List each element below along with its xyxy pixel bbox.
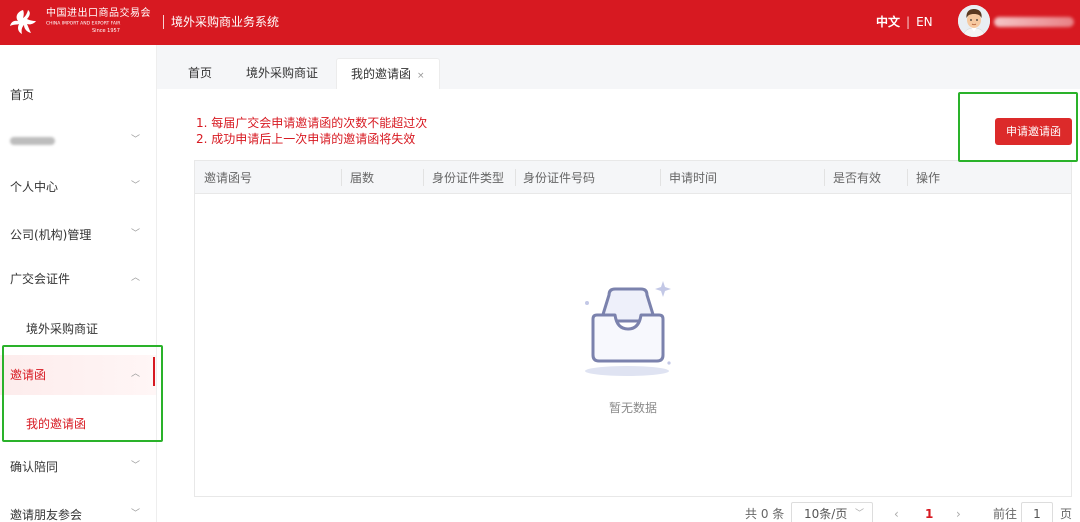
empty-inbox-icon — [585, 281, 671, 376]
tab-label: 首页 — [188, 66, 213, 80]
canton-fair-logo[interactable]: 中国进出口商品交易会 CHINA IMPORT AND EXPORT FAIR … — [6, 5, 156, 39]
logo-english-text: CHINA IMPORT AND EXPORT FAIR — [46, 21, 121, 27]
sidebar-item-label: 确认陪同 — [10, 460, 59, 474]
column-divider — [515, 169, 516, 186]
user-avatar[interactable] — [958, 5, 990, 37]
sidebar-item-label: 公司(机构)管理 — [10, 228, 92, 242]
page-size-select[interactable]: 10条/页 ﹀ — [791, 502, 873, 522]
column-header: 是否有效 — [833, 171, 882, 185]
canton-fair-logo-icon — [10, 10, 36, 34]
sidebar-item-label: 首页 — [10, 88, 35, 102]
sidebar-item-invite-friends[interactable]: 邀请朋友参会 ﹀ — [0, 495, 156, 522]
column-header: 邀请函号 — [204, 171, 253, 185]
sidebar-item-company-management[interactable]: 公司(机构)管理 ﹀ — [0, 215, 156, 255]
sidebar-item-label: 广交会证件 — [10, 272, 71, 286]
invitation-table: 邀请函号 届数 身份证件类型 身份证件号码 申请时间 是否有效 操作 暂无数据 — [194, 160, 1072, 497]
goto-page-input[interactable]: 1 — [1021, 502, 1053, 522]
page-suffix-label: 页 — [1060, 507, 1073, 521]
column-header: 身份证件号码 — [523, 171, 596, 185]
chevron-down-icon: ﹀ — [131, 509, 141, 519]
column-divider — [423, 169, 424, 186]
notice-line-2: 2. 成功申请后上一次申请的邀请函将失效 — [196, 132, 416, 146]
sidebar-item-personal-center[interactable]: 个人中心 ﹀ — [0, 167, 156, 207]
column-header: 届数 — [350, 171, 375, 185]
tab-label: 境外采购商证 — [246, 66, 319, 80]
tab-home[interactable]: 首页 — [188, 58, 212, 89]
avatar-person-icon — [958, 5, 990, 37]
logo-chinese-text: 中国进出口商品交易会 — [46, 8, 151, 19]
chevron-down-icon: ﹀ — [131, 461, 141, 471]
sidebar-item-redacted[interactable]: ﹀ — [0, 121, 156, 161]
sidebar-item-fair-certificates[interactable]: 广交会证件 ︿ — [0, 259, 156, 299]
highlight-box-apply — [958, 92, 1078, 162]
prev-page-button[interactable]: ‹ — [894, 506, 899, 522]
sidebar-menu: 首页 ﹀ 个人中心 ﹀ 公司(机构)管理 ﹀ 广交会证件 ︿ 境外采购商证 邀请… — [0, 45, 157, 522]
tab-label: 我的邀请函 — [351, 67, 412, 81]
page-number-current[interactable]: 1 — [925, 506, 933, 522]
column-divider — [907, 169, 908, 186]
system-title: 境外采购商业务系统 — [171, 15, 280, 29]
column-divider — [824, 169, 825, 186]
tab-my-invitation[interactable]: 我的邀请函 × — [336, 58, 440, 89]
sidebar-item-home[interactable]: 首页 — [0, 75, 156, 115]
chevron-down-icon: ﹀ — [131, 181, 141, 191]
notice-line-1: 1. 每届广交会申请邀请函的次数不能超过次 — [196, 116, 428, 130]
header-divider — [163, 15, 164, 29]
redacted-label — [10, 137, 55, 145]
top-header: 中国进出口商品交易会 CHINA IMPORT AND EXPORT FAIR … — [0, 0, 1080, 45]
empty-state-text: 暂无数据 — [608, 401, 657, 415]
column-header: 申请时间 — [669, 171, 718, 185]
lang-en-link[interactable]: EN — [916, 15, 933, 29]
tab-buyer-badge[interactable]: 境外采购商证 — [246, 58, 318, 89]
chevron-down-icon: ﹀ — [854, 509, 864, 519]
chevron-up-icon: ︿ — [131, 273, 141, 283]
sidebar-item-buyer-badge[interactable]: 境外采购商证 — [0, 309, 156, 349]
column-header: 操作 — [916, 171, 941, 185]
language-switcher: 中文 | EN — [876, 14, 933, 30]
lang-zh-link[interactable]: 中文 — [876, 15, 900, 29]
sidebar-item-confirm-companion[interactable]: 确认陪同 ﹀ — [0, 447, 156, 487]
username-redacted — [994, 17, 1074, 27]
chevron-down-icon: ﹀ — [131, 135, 141, 145]
logo-since-text: Since 1957 — [92, 28, 120, 34]
close-icon[interactable]: × — [417, 71, 425, 81]
lang-separator: | — [906, 15, 911, 29]
sidebar-item-label: 境外采购商证 — [26, 322, 99, 336]
chevron-down-icon: ﹀ — [131, 229, 141, 239]
column-divider — [660, 169, 661, 186]
highlight-box-invitation-menu — [2, 345, 163, 442]
pagination-total: 共 0 条 — [745, 507, 785, 521]
sidebar-item-label: 邀请朋友参会 — [10, 508, 83, 522]
page-size-value: 10条/页 — [804, 507, 848, 521]
table-header: 邀请函号 届数 身份证件类型 身份证件号码 申请时间 是否有效 操作 — [195, 161, 1071, 194]
column-header: 身份证件类型 — [432, 171, 505, 185]
sidebar-item-label: 个人中心 — [10, 180, 59, 194]
column-divider — [341, 169, 342, 186]
goto-label: 前往 — [993, 507, 1018, 521]
next-page-button[interactable]: › — [956, 506, 961, 522]
